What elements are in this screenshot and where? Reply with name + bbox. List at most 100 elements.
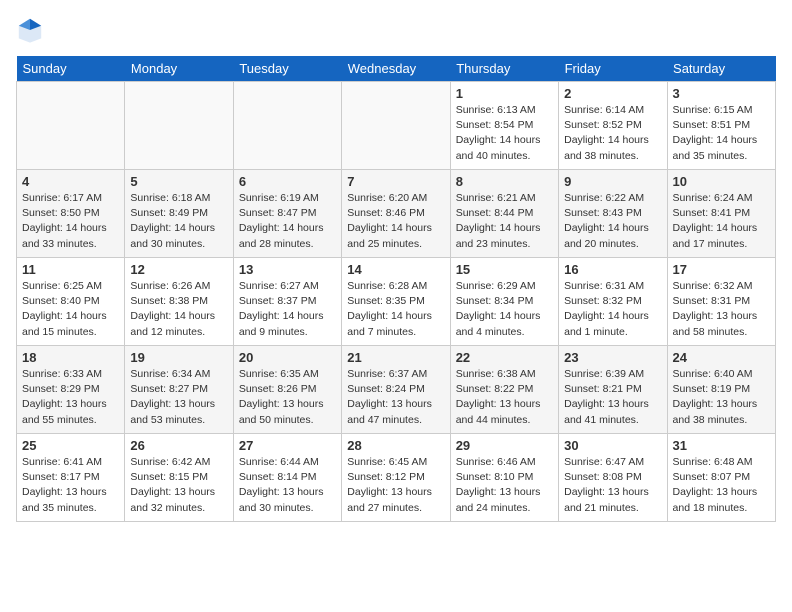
day-number: 20: [239, 350, 336, 365]
day-number: 19: [130, 350, 227, 365]
calendar-cell: 23 Sunrise: 6:39 AM Sunset: 8:21 PM Dayli…: [559, 346, 667, 434]
calendar-cell: 1 Sunrise: 6:13 AM Sunset: 8:54 PM Daylig…: [450, 82, 558, 170]
calendar-cell: 10 Sunrise: 6:24 AM Sunset: 8:41 PM Dayli…: [667, 170, 775, 258]
logo-icon: [16, 16, 44, 44]
day-number: 8: [456, 174, 553, 189]
day-number: 10: [673, 174, 770, 189]
calendar-cell: [125, 82, 233, 170]
day-number: 6: [239, 174, 336, 189]
calendar-cell: [342, 82, 450, 170]
calendar-cell: 19 Sunrise: 6:34 AM Sunset: 8:27 PM Dayli…: [125, 346, 233, 434]
calendar-cell: 8 Sunrise: 6:21 AM Sunset: 8:44 PM Daylig…: [450, 170, 558, 258]
calendar-cell: 30 Sunrise: 6:47 AM Sunset: 8:08 PM Dayli…: [559, 434, 667, 522]
day-info: Sunrise: 6:15 AM Sunset: 8:51 PM Dayligh…: [673, 103, 770, 164]
calendar-cell: 9 Sunrise: 6:22 AM Sunset: 8:43 PM Daylig…: [559, 170, 667, 258]
page-header: [16, 16, 776, 44]
day-number: 26: [130, 438, 227, 453]
day-number: 30: [564, 438, 661, 453]
day-number: 11: [22, 262, 119, 277]
day-info: Sunrise: 6:46 AM Sunset: 8:10 PM Dayligh…: [456, 455, 553, 516]
day-number: 16: [564, 262, 661, 277]
day-info: Sunrise: 6:34 AM Sunset: 8:27 PM Dayligh…: [130, 367, 227, 428]
day-number: 22: [456, 350, 553, 365]
day-info: Sunrise: 6:44 AM Sunset: 8:14 PM Dayligh…: [239, 455, 336, 516]
calendar-cell: 20 Sunrise: 6:35 AM Sunset: 8:26 PM Dayli…: [233, 346, 341, 434]
day-number: 21: [347, 350, 444, 365]
calendar-cell: 21 Sunrise: 6:37 AM Sunset: 8:24 PM Dayli…: [342, 346, 450, 434]
day-info: Sunrise: 6:39 AM Sunset: 8:21 PM Dayligh…: [564, 367, 661, 428]
calendar-cell: 16 Sunrise: 6:31 AM Sunset: 8:32 PM Dayli…: [559, 258, 667, 346]
calendar-cell: 11Sunrise: 6:25 AM Sunset: 8:40 PM Dayli…: [17, 258, 125, 346]
day-number: 15: [456, 262, 553, 277]
day-info: Sunrise: 6:21 AM Sunset: 8:44 PM Dayligh…: [456, 191, 553, 252]
day-number: 3: [673, 86, 770, 101]
calendar-week-4: 18 Sunrise: 6:33 AM Sunset: 8:29 PM Dayli…: [17, 346, 776, 434]
calendar-cell: 17 Sunrise: 6:32 AM Sunset: 8:31 PM Dayli…: [667, 258, 775, 346]
calendar-week-1: 1 Sunrise: 6:13 AM Sunset: 8:54 PM Daylig…: [17, 82, 776, 170]
day-number: 18: [22, 350, 119, 365]
calendar-cell: 14 Sunrise: 6:28 AM Sunset: 8:35 PM Dayli…: [342, 258, 450, 346]
calendar-cell: 26 Sunrise: 6:42 AM Sunset: 8:15 PM Dayli…: [125, 434, 233, 522]
day-info: Sunrise: 6:37 AM Sunset: 8:24 PM Dayligh…: [347, 367, 444, 428]
calendar-week-5: 25 Sunrise: 6:41 AM Sunset: 8:17 PM Dayli…: [17, 434, 776, 522]
calendar-cell: 12Sunrise: 6:26 AM Sunset: 8:38 PM Dayli…: [125, 258, 233, 346]
day-info: Sunrise: 6:29 AM Sunset: 8:34 PM Dayligh…: [456, 279, 553, 340]
calendar-cell: 24 Sunrise: 6:40 AM Sunset: 8:19 PM Dayli…: [667, 346, 775, 434]
weekday-header-sunday: Sunday: [17, 56, 125, 82]
day-number: 13: [239, 262, 336, 277]
weekday-header-thursday: Thursday: [450, 56, 558, 82]
day-info: Sunrise: 6:40 AM Sunset: 8:19 PM Dayligh…: [673, 367, 770, 428]
calendar-cell: 27 Sunrise: 6:44 AM Sunset: 8:14 PM Dayli…: [233, 434, 341, 522]
day-info: Sunrise: 6:33 AM Sunset: 8:29 PM Dayligh…: [22, 367, 119, 428]
day-info: Sunrise: 6:45 AM Sunset: 8:12 PM Dayligh…: [347, 455, 444, 516]
day-info: Sunrise: 6:41 AM Sunset: 8:17 PM Dayligh…: [22, 455, 119, 516]
day-number: 23: [564, 350, 661, 365]
calendar-cell: 13 Sunrise: 6:27 AM Sunset: 8:37 PM Dayli…: [233, 258, 341, 346]
day-info: Sunrise: 6:35 AM Sunset: 8:26 PM Dayligh…: [239, 367, 336, 428]
day-number: 29: [456, 438, 553, 453]
day-info: Sunrise: 6:31 AM Sunset: 8:32 PM Dayligh…: [564, 279, 661, 340]
weekday-header-tuesday: Tuesday: [233, 56, 341, 82]
day-number: 25: [22, 438, 119, 453]
day-info: Sunrise: 6:42 AM Sunset: 8:15 PM Dayligh…: [130, 455, 227, 516]
day-info: Sunrise: 6:38 AM Sunset: 8:22 PM Dayligh…: [456, 367, 553, 428]
day-number: 27: [239, 438, 336, 453]
calendar-cell: 25 Sunrise: 6:41 AM Sunset: 8:17 PM Dayli…: [17, 434, 125, 522]
calendar-cell: 7 Sunrise: 6:20 AM Sunset: 8:46 PM Daylig…: [342, 170, 450, 258]
logo: [16, 16, 48, 44]
day-number: 9: [564, 174, 661, 189]
calendar-cell: 28Sunrise: 6:45 AM Sunset: 8:12 PM Dayli…: [342, 434, 450, 522]
day-number: 7: [347, 174, 444, 189]
day-number: 17: [673, 262, 770, 277]
day-info: Sunrise: 6:32 AM Sunset: 8:31 PM Dayligh…: [673, 279, 770, 340]
day-info: Sunrise: 6:20 AM Sunset: 8:46 PM Dayligh…: [347, 191, 444, 252]
calendar-table: SundayMondayTuesdayWednesdayThursdayFrid…: [16, 56, 776, 522]
weekday-header-monday: Monday: [125, 56, 233, 82]
day-number: 14: [347, 262, 444, 277]
day-info: Sunrise: 6:14 AM Sunset: 8:52 PM Dayligh…: [564, 103, 661, 164]
calendar-cell: 4Sunrise: 6:17 AM Sunset: 8:50 PM Daylig…: [17, 170, 125, 258]
day-info: Sunrise: 6:24 AM Sunset: 8:41 PM Dayligh…: [673, 191, 770, 252]
calendar-cell: [233, 82, 341, 170]
day-info: Sunrise: 6:13 AM Sunset: 8:54 PM Dayligh…: [456, 103, 553, 164]
calendar-week-2: 4Sunrise: 6:17 AM Sunset: 8:50 PM Daylig…: [17, 170, 776, 258]
day-number: 5: [130, 174, 227, 189]
day-number: 24: [673, 350, 770, 365]
day-info: Sunrise: 6:19 AM Sunset: 8:47 PM Dayligh…: [239, 191, 336, 252]
weekday-header-row: SundayMondayTuesdayWednesdayThursdayFrid…: [17, 56, 776, 82]
calendar-cell: 22 Sunrise: 6:38 AM Sunset: 8:22 PM Dayli…: [450, 346, 558, 434]
calendar-week-3: 11Sunrise: 6:25 AM Sunset: 8:40 PM Dayli…: [17, 258, 776, 346]
weekday-header-friday: Friday: [559, 56, 667, 82]
weekday-header-wednesday: Wednesday: [342, 56, 450, 82]
day-info: Sunrise: 6:17 AM Sunset: 8:50 PM Dayligh…: [22, 191, 119, 252]
calendar-cell: 3 Sunrise: 6:15 AM Sunset: 8:51 PM Daylig…: [667, 82, 775, 170]
calendar-cell: [17, 82, 125, 170]
calendar-cell: 29 Sunrise: 6:46 AM Sunset: 8:10 PM Dayli…: [450, 434, 558, 522]
day-number: 1: [456, 86, 553, 101]
day-info: Sunrise: 6:22 AM Sunset: 8:43 PM Dayligh…: [564, 191, 661, 252]
day-info: Sunrise: 6:47 AM Sunset: 8:08 PM Dayligh…: [564, 455, 661, 516]
day-number: 12: [130, 262, 227, 277]
weekday-header-saturday: Saturday: [667, 56, 775, 82]
day-info: Sunrise: 6:28 AM Sunset: 8:35 PM Dayligh…: [347, 279, 444, 340]
day-info: Sunrise: 6:27 AM Sunset: 8:37 PM Dayligh…: [239, 279, 336, 340]
